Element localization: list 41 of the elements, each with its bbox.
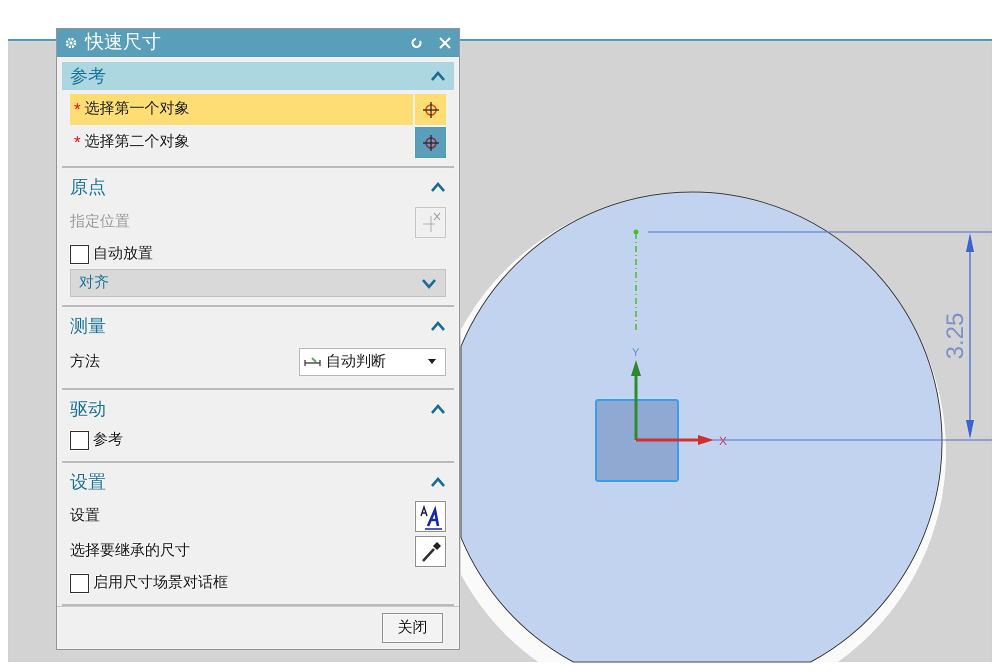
field-label: 设置 xyxy=(70,506,100,526)
method-dropdown[interactable]: 自动判断 xyxy=(299,348,446,376)
crosshair-icon[interactable] xyxy=(415,127,446,158)
crosshair-icon[interactable] xyxy=(415,94,446,125)
checkbox-label: 自动放置 xyxy=(93,244,153,264)
section-header[interactable]: 原点 xyxy=(62,173,454,201)
collapse-icon[interactable] xyxy=(430,403,446,415)
field-label: 指定位置 xyxy=(70,212,130,232)
checkbox-label: 参考 xyxy=(93,430,123,450)
checkbox[interactable] xyxy=(70,574,89,592)
close-icon[interactable] xyxy=(439,37,451,49)
field-label: 方法 xyxy=(70,352,100,372)
point-icon xyxy=(634,230,638,234)
y-axis-label: Y xyxy=(632,347,640,359)
section-header[interactable]: 驱动 xyxy=(62,395,454,423)
collapse-icon[interactable] xyxy=(430,320,446,332)
section-header[interactable]: 参考 xyxy=(62,62,454,90)
settings-icon xyxy=(65,37,77,49)
checkbox-label: 启用尺寸场景对话框 xyxy=(93,572,228,593)
required-mark: * xyxy=(74,134,81,151)
caret-icon xyxy=(427,359,437,365)
section-header[interactable]: 测量 xyxy=(62,312,454,340)
reset-icon[interactable] xyxy=(411,37,423,49)
dimension-icon xyxy=(304,356,322,368)
dimension-arrow[interactable] xyxy=(966,233,974,439)
selection-step[interactable]: * 选择第二个对象 xyxy=(70,127,413,158)
text-style-button[interactable] xyxy=(415,501,446,532)
section-header[interactable]: 设置 xyxy=(62,468,454,496)
field-label: 选择要继承的尺寸 xyxy=(70,541,190,562)
required-mark: * xyxy=(74,101,81,118)
dialog-title: 快速尺寸 xyxy=(85,30,162,55)
expand-icon[interactable] xyxy=(421,277,437,289)
collapse-icon[interactable] xyxy=(430,181,446,193)
checkbox[interactable] xyxy=(70,244,89,264)
checkbox[interactable] xyxy=(70,430,89,450)
dropdown[interactable]: 对齐 xyxy=(70,269,446,297)
collapse-icon[interactable] xyxy=(430,476,446,488)
selection-step[interactable]: * 选择第一个对象 xyxy=(70,94,413,125)
close-button[interactable]: 关闭 xyxy=(382,613,443,643)
eyedropper-button[interactable] xyxy=(415,536,446,567)
collapse-icon[interactable] xyxy=(430,70,446,82)
